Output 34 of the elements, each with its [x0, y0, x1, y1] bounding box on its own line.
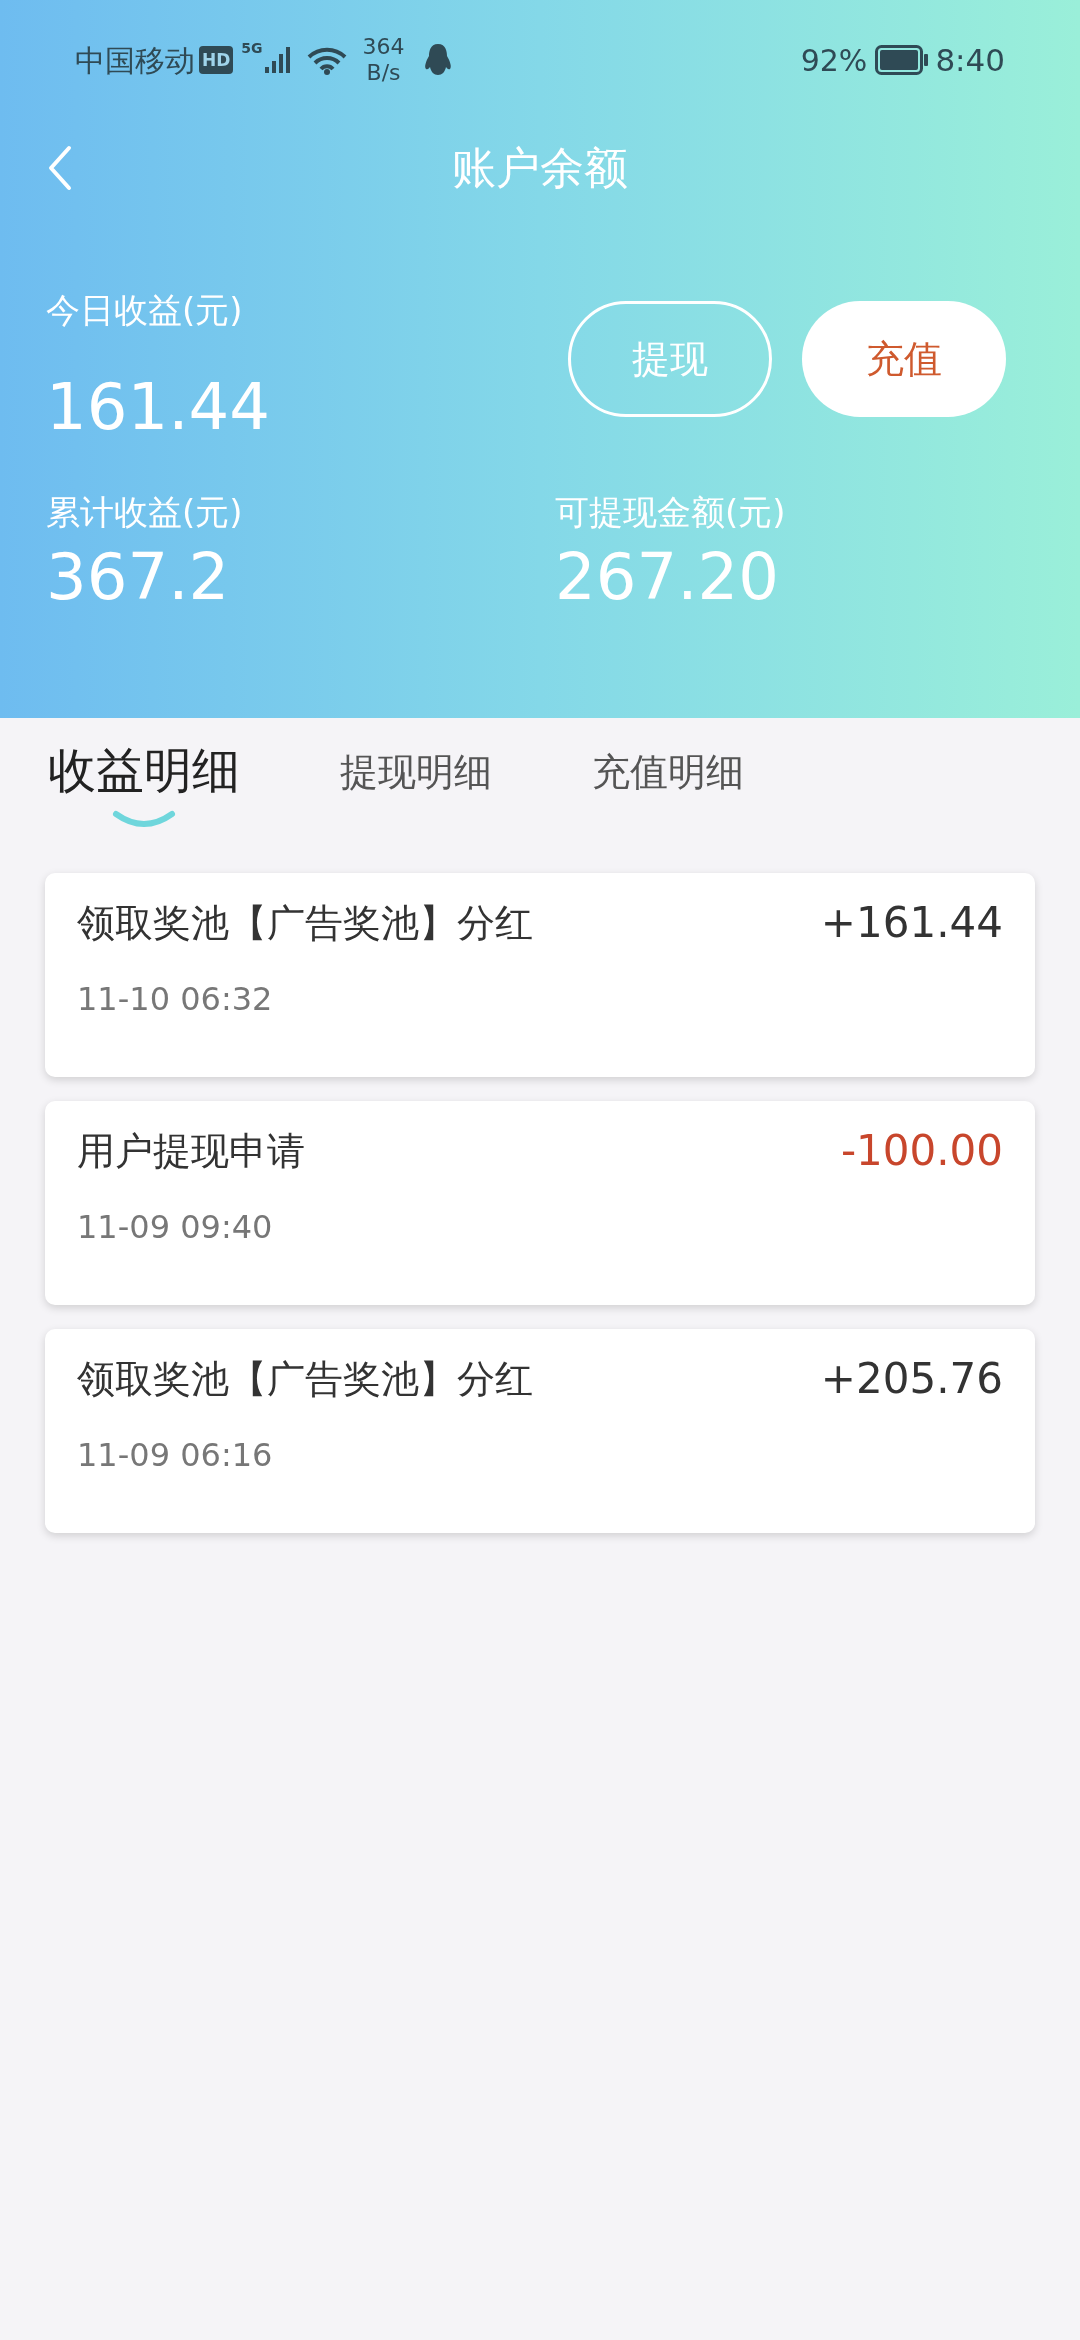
today-earnings-value: 161.44 — [46, 369, 270, 446]
record-amount: +205.76 — [820, 1353, 1003, 1405]
record-time: 11-10 06:32 — [77, 979, 273, 1020]
speed-unit: B/s — [366, 60, 401, 86]
tab[interactable]: 收益明细 — [48, 738, 240, 802]
record-time: 11-09 09:40 — [77, 1207, 273, 1248]
today-earnings-label: 今日收益(元) — [46, 289, 243, 332]
record-amount: +161.44 — [820, 897, 1003, 949]
record-title: 领取奖池【广告奖池】分红 — [77, 900, 533, 947]
record-title: 领取奖池【广告奖池】分红 — [77, 1356, 533, 1403]
clock-time: 8:40 — [935, 40, 1005, 80]
record-title: 用户提现申请 — [77, 1128, 305, 1175]
tab-indicator — [112, 810, 176, 830]
battery-percent: 92% — [800, 41, 868, 80]
tab[interactable]: 提现明细 — [340, 740, 492, 804]
record-time: 11-09 06:16 — [77, 1435, 273, 1476]
carrier-name: 中国移动 — [75, 41, 195, 80]
record-card[interactable]: 领取奖池【广告奖池】分红 +205.76 11-09 06:16 — [45, 1329, 1035, 1533]
penguin-icon — [422, 43, 453, 77]
total-earnings-value: 367.2 — [46, 539, 230, 616]
tab[interactable]: 充值明细 — [592, 740, 744, 804]
withdrawable-value: 267.20 — [555, 539, 779, 616]
total-earnings-label: 累计收益(元) — [46, 491, 243, 534]
record-amount: -100.00 — [840, 1125, 1003, 1177]
network-type: 5G — [241, 40, 263, 56]
record-card[interactable]: 领取奖池【广告奖池】分红 +161.44 11-10 06:32 — [45, 873, 1035, 1077]
battery-icon — [875, 45, 930, 75]
withdrawable-label: 可提现金额(元) — [555, 491, 786, 534]
recharge-button[interactable]: 充值 — [802, 301, 1006, 417]
record-card[interactable]: 用户提现申请 -100.00 11-09 09:40 — [45, 1101, 1035, 1305]
speed-value: 364 — [362, 34, 405, 60]
page-title: 账户余额 — [452, 140, 628, 195]
signal-icon — [262, 45, 293, 75]
hd-badge: HD — [199, 46, 234, 74]
